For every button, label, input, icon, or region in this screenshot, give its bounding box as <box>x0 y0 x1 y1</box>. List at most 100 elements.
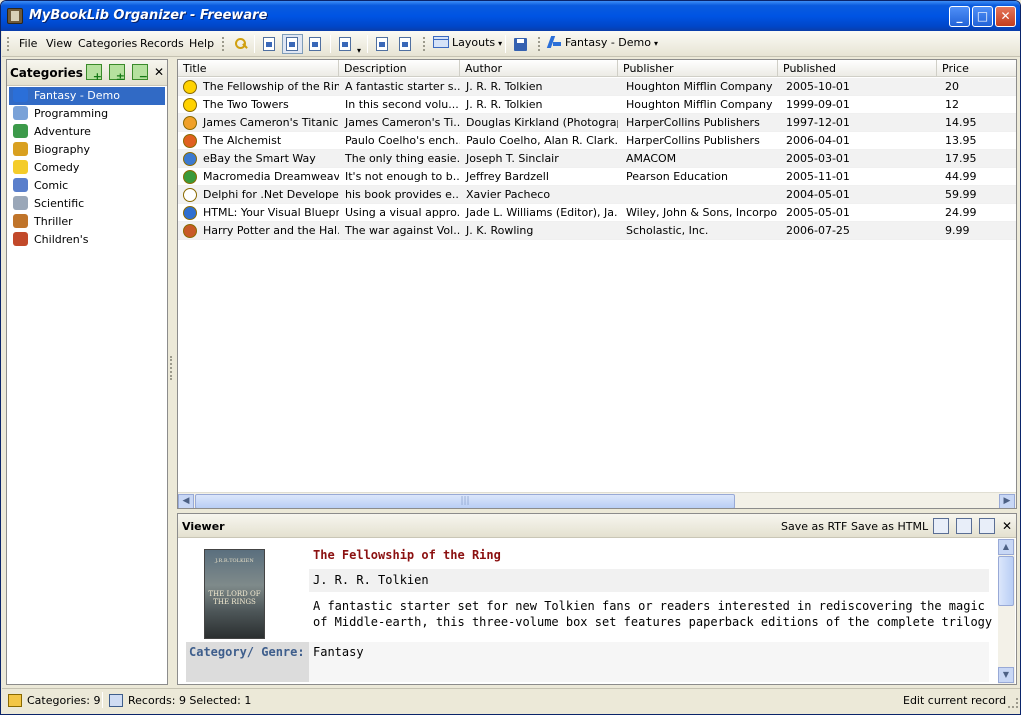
category-item[interactable]: Children's <box>9 231 165 249</box>
cell-author: Paulo Coelho, Alan R. Clark... <box>466 134 618 147</box>
menu-help[interactable]: Help <box>189 37 214 50</box>
export-icon <box>376 37 388 51</box>
app-icon <box>7 8 23 24</box>
layout-left-button[interactable] <box>259 34 280 54</box>
close-panel-icon[interactable]: ✕ <box>154 65 164 79</box>
cell-price: 24.99 <box>945 206 977 219</box>
cell-published: 2005-05-01 <box>786 206 850 219</box>
key-button[interactable] <box>230 34 251 54</box>
horizontal-scroll-thumb[interactable]: ||| <box>195 494 735 508</box>
viewer-layout-left-icon[interactable] <box>933 518 949 534</box>
add-category-icon[interactable] <box>86 64 102 83</box>
delete-category-icon[interactable] <box>132 64 148 83</box>
close-viewer-icon[interactable]: ✕ <box>1002 519 1012 533</box>
thriller-icon <box>13 214 28 228</box>
category-item[interactable]: Fantasy - Demo <box>9 87 165 105</box>
table-row[interactable]: HTML: Your Visual Bluepr... Using a visua… <box>178 204 1016 222</box>
category-label: Programming <box>34 107 109 120</box>
cell-description: The only thing easie... <box>345 152 460 165</box>
cell-description: his book provides e... <box>345 188 460 201</box>
save-button[interactable] <box>509 34 530 54</box>
cell-price: 13.95 <box>945 134 977 147</box>
viewer-layout-right-icon[interactable] <box>979 518 995 534</box>
category-item[interactable]: Comedy <box>9 159 165 177</box>
scroll-down-arrow-icon[interactable]: ▼ <box>998 667 1014 683</box>
book-cover-image: J.R.R.TOLKIEN THE LORD OF THE RINGS <box>204 549 265 639</box>
table-row[interactable]: Macromedia Dreamweav... It's not enough t… <box>178 168 1016 186</box>
toolbar-grip[interactable] <box>7 37 10 51</box>
menu-view[interactable]: View <box>46 37 72 50</box>
minimize-button[interactable]: _ <box>949 6 970 27</box>
column-header-description[interactable]: Description <box>339 60 460 77</box>
close-button[interactable]: ✕ <box>995 6 1016 27</box>
column-header-published[interactable]: Published <box>778 60 937 77</box>
table-row[interactable]: The Fellowship of the Ring A fantastic st… <box>178 78 1016 96</box>
status-categories: Categories: 9 <box>8 693 101 709</box>
edit-category-icon[interactable] <box>109 64 125 83</box>
view-dropdown-button[interactable]: ▾ <box>335 34 363 55</box>
save-as-html-button[interactable]: Save as HTML <box>851 520 928 533</box>
save-as-rtf-button[interactable]: Save as RTF <box>781 520 847 533</box>
cell-price: 14.95 <box>945 116 977 129</box>
maximize-button[interactable]: □ <box>972 6 993 27</box>
cell-title: Macromedia Dreamweav... <box>203 170 339 183</box>
cell-publisher: HarperCollins Publishers <box>626 116 760 129</box>
viewer-author: J. R. R. Tolkien <box>309 569 989 592</box>
category-item[interactable]: Thriller <box>9 213 165 231</box>
globe-icon <box>13 124 28 138</box>
vertical-scroll-thumb[interactable] <box>998 556 1014 606</box>
cell-published: 2006-04-01 <box>786 134 850 147</box>
menu-file[interactable]: File <box>19 37 37 50</box>
viewer-book-title: The Fellowship of the Ring <box>313 548 501 562</box>
table-row[interactable]: The Two Towers In this second volu... J. R… <box>178 96 1016 114</box>
layouts-dropdown[interactable]: Layouts ▾ <box>430 34 505 54</box>
viewer-layout-center-icon[interactable] <box>956 518 972 534</box>
table-row[interactable]: Delphi for .Net Develope... his book prov… <box>178 186 1016 204</box>
toolbar-separator <box>505 35 506 53</box>
horizontal-scrollbar[interactable]: ◀ ||| ▶ <box>178 492 1016 508</box>
cell-publisher: Houghton Mifflin Company <box>626 80 773 93</box>
smiley-icon <box>13 160 28 174</box>
panel-splitter[interactable] <box>170 356 174 380</box>
category-item[interactable]: Comic <box>9 177 165 195</box>
menu-categories[interactable]: Categories <box>78 37 137 50</box>
table-row[interactable]: Harry Potter and the Hal... The war again… <box>178 222 1016 240</box>
scroll-up-arrow-icon[interactable]: ▲ <box>998 539 1014 555</box>
category-item[interactable]: Programming <box>9 105 165 123</box>
toolbar-grip[interactable] <box>222 37 225 51</box>
viewer-description: A fantastic starter set for new Tolkien … <box>313 599 993 629</box>
vertical-scrollbar[interactable]: ▲ ▼ <box>998 539 1015 684</box>
import-button[interactable] <box>395 34 416 54</box>
layout-center-button[interactable] <box>282 34 303 54</box>
layout-right-button[interactable] <box>305 34 326 54</box>
cell-price: 20 <box>945 80 959 93</box>
category-item[interactable]: Biography <box>9 141 165 159</box>
toolbar-grip[interactable] <box>538 37 541 51</box>
title-bar[interactable]: MyBookLib Organizer - Freeware _ □ ✕ <box>1 1 1020 31</box>
menu-toolbar: File View Categories Records Help ▾ Layo… <box>2 31 1020 57</box>
column-header-price[interactable]: Price <box>937 60 1016 77</box>
viewer-category-label: Category/ Genre: <box>186 642 310 682</box>
toolbar-separator <box>254 35 255 53</box>
cell-description: Paulo Coelho's ench... <box>345 134 460 147</box>
table-row[interactable]: eBay the Smart Way The only thing easie..… <box>178 150 1016 168</box>
table-row[interactable]: The Alchemist Paulo Coelho's ench... Paulo… <box>178 132 1016 150</box>
category-item[interactable]: Adventure <box>9 123 165 141</box>
cell-description: In this second volu... <box>345 98 459 111</box>
scroll-left-arrow-icon[interactable]: ◀ <box>178 494 194 508</box>
column-header-publisher[interactable]: Publisher <box>618 60 778 77</box>
table-row[interactable]: James Cameron's Titanic James Cameron's T… <box>178 114 1016 132</box>
column-header-title[interactable]: Title <box>178 60 339 77</box>
category-label: Adventure <box>34 125 91 138</box>
column-header-author[interactable]: Author <box>460 60 618 77</box>
toolbar-grip[interactable] <box>423 37 426 51</box>
category-dropdown[interactable]: Fantasy - Demo ▾ <box>545 34 661 54</box>
save-icon <box>514 38 527 51</box>
menu-records[interactable]: Records <box>140 37 184 50</box>
fantasy-icon <box>13 88 28 102</box>
category-item[interactable]: Scientific <box>9 195 165 213</box>
scroll-right-arrow-icon[interactable]: ▶ <box>999 494 1015 508</box>
resize-grip-icon[interactable] <box>1008 698 1018 708</box>
cell-publisher: Scholastic, Inc. <box>626 224 709 237</box>
export-button[interactable] <box>372 34 393 54</box>
